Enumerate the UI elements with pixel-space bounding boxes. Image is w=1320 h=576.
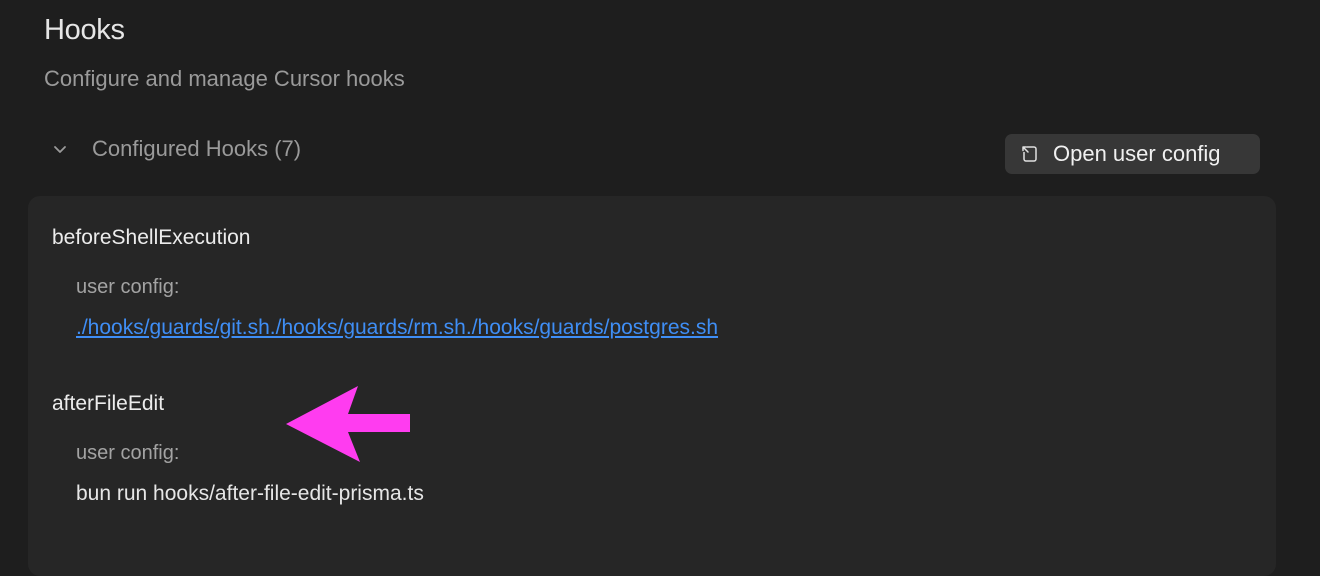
hook-scope-label: user config: [76, 442, 180, 464]
page-title: Hooks [44, 14, 125, 46]
hook-command-link[interactable]: ./hooks/guards/git.sh./hooks/guards/rm.s… [76, 316, 718, 340]
arrow-annotation-icon [282, 384, 416, 469]
hooks-list-card: beforeShellExecution user config: ./hook… [28, 196, 1276, 576]
page-subtitle: Configure and manage Cursor hooks [44, 66, 405, 91]
hook-scope-label: user config: [76, 276, 180, 298]
hook-name: beforeShellExecution [52, 226, 251, 249]
file-open-icon [1019, 143, 1041, 165]
section-title: Configured Hooks (7) [92, 136, 302, 161]
chevron-down-icon [48, 137, 72, 161]
hook-command: bun run hooks/after-file-edit-prisma.ts [76, 482, 424, 505]
hook-name: afterFileEdit [52, 392, 165, 415]
open-user-config-button[interactable]: Open user config [1005, 134, 1260, 174]
open-user-config-label: Open user config [1053, 141, 1221, 166]
configured-hooks-toggle[interactable]: Configured Hooks (7) [48, 136, 301, 162]
